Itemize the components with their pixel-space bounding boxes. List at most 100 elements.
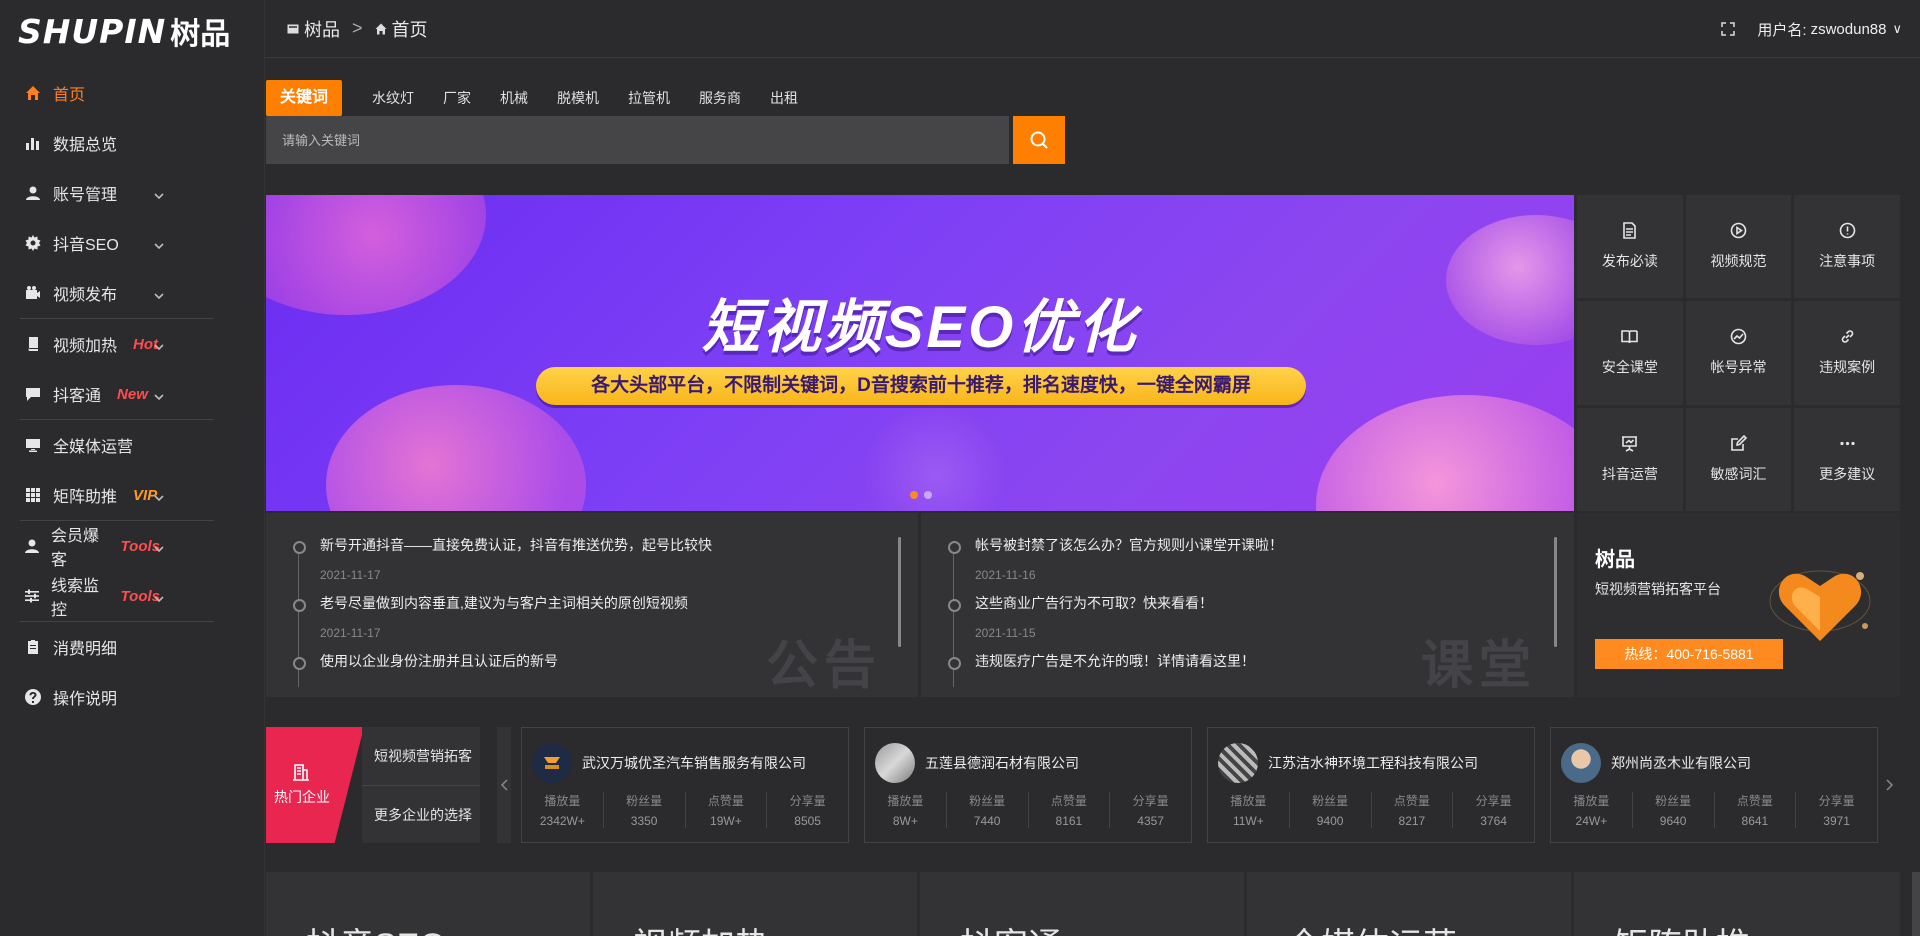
tile-matrix-boost[interactable]: 矩阵助推 bbox=[1574, 872, 1900, 936]
top-header: 树品 > 首页 用户名: zswodun88 ∨ bbox=[265, 0, 1920, 58]
tab-manufacturer[interactable]: 厂家 bbox=[443, 88, 471, 108]
shortcut-douyin-operation[interactable]: 抖音运营 bbox=[1577, 407, 1683, 511]
sidebar-item-label: 抖客通 bbox=[53, 388, 102, 405]
stat-plays: 播放量 2342W+ bbox=[522, 792, 604, 828]
classroom-item[interactable]: 这些商业广告行为不可取？快来看看！ 2021-11-15 bbox=[945, 593, 1283, 651]
search-icon bbox=[1030, 131, 1048, 149]
sidebar-item-matrix-boost[interactable]: 矩阵助推 VIP bbox=[0, 470, 264, 520]
classroom-item[interactable]: 帐号被封禁了该怎么办？官方规则小课堂开课啦！ 2021-11-16 bbox=[945, 535, 1283, 593]
sidebar-item-lead-monitor[interactable]: 线索监控 Tools bbox=[0, 571, 264, 621]
shortcut-account-anomaly[interactable]: 帐号异常 bbox=[1685, 301, 1792, 405]
classroom-title: 这些商业广告行为不可取？快来看看！ bbox=[975, 595, 1213, 611]
notice-item[interactable]: 新号开通抖音——直接免费认证，抖音有推送优势，起号比较快 2021-11-17 bbox=[290, 535, 712, 593]
logo-wordmark: SHUPIN bbox=[18, 11, 167, 51]
tab-demolding-machine[interactable]: 脱模机 bbox=[557, 88, 599, 108]
enterprise-link[interactable]: 更多企业的选择 bbox=[362, 785, 480, 843]
brand-logo[interactable]: SHUPIN 树品 bbox=[0, 0, 264, 62]
sidebar-item-label: 全媒体运营 bbox=[53, 439, 134, 456]
image-icon bbox=[287, 24, 299, 33]
carousel-dot[interactable] bbox=[924, 491, 932, 499]
shortcut-more-suggestions[interactable]: 更多建议 bbox=[1794, 407, 1900, 511]
brand-card-subtitle: 短视频营销拓客平台 bbox=[1595, 581, 1721, 597]
sidebar-item-help[interactable]: 操作说明 bbox=[0, 672, 264, 722]
tab-water-light[interactable]: 水纹灯 bbox=[372, 88, 414, 108]
page-scrollbar[interactable] bbox=[1912, 872, 1920, 936]
stat-value: 24W+ bbox=[1575, 814, 1608, 828]
search-input[interactable] bbox=[266, 116, 1009, 164]
notice-item[interactable]: 使用以企业身份注册并且认证后的新号 bbox=[290, 651, 712, 697]
notice-date: 2021-11-17 bbox=[320, 626, 381, 640]
tile-video-boost[interactable]: 视频加热 bbox=[593, 872, 917, 936]
stat-fans: 粉丝量 9640 bbox=[1633, 792, 1715, 828]
sidebar-item-data-overview[interactable]: 数据总览 bbox=[0, 118, 264, 168]
stat-shares: 分享量 4357 bbox=[1110, 792, 1191, 828]
stat-label: 分享量 bbox=[1132, 794, 1169, 808]
shortcut-label: 抖音运营 bbox=[1601, 465, 1658, 482]
sidebar-item-label: 数据总览 bbox=[53, 137, 118, 154]
sidebar-item-billing[interactable]: 消费明细 bbox=[0, 622, 264, 672]
sidebar-item-member-leads[interactable]: 会员爆客 Tools bbox=[0, 521, 264, 571]
enterprise-card-head: 江苏洁水神环境工程科技有限公司 bbox=[1208, 738, 1534, 788]
sidebar-item-douketong[interactable]: 抖客通 New bbox=[0, 369, 264, 419]
breadcrumb-current: 首页 bbox=[391, 19, 428, 40]
link-icon bbox=[1841, 330, 1853, 344]
classroom-item[interactable]: 违规医疗广告是不允许的哦！详情请看这里！ bbox=[945, 651, 1283, 697]
tile-title: 矩阵助推 bbox=[1614, 918, 1750, 936]
shortcut-safety-class[interactable]: 安全课堂 bbox=[1577, 301, 1683, 405]
enterprise-link[interactable]: 短视频营销拓客 bbox=[362, 727, 480, 785]
sidebar-item-douyin-seo[interactable]: 抖音SEO bbox=[0, 218, 264, 268]
user-icon bbox=[24, 537, 40, 555]
carousel-dot[interactable] bbox=[910, 491, 918, 499]
sidebar-item-all-media[interactable]: 全媒体运营 bbox=[0, 420, 264, 470]
tab-keyword[interactable]: 关键词 bbox=[266, 80, 343, 116]
enterprise-card[interactable]: 江苏洁水神环境工程科技有限公司 播放量 11W+ 粉丝量 9400 点赞量 8217 … bbox=[1207, 727, 1535, 843]
document-icon bbox=[1623, 222, 1637, 239]
stat-plays: 播放量 24W+ bbox=[1551, 792, 1633, 828]
breadcrumb-root[interactable]: 树品 bbox=[304, 16, 340, 42]
stat-value: 19W+ bbox=[710, 814, 742, 828]
shortcut-sensitive-words[interactable]: 敏感词汇 bbox=[1685, 407, 1792, 511]
tab-pipe-drawing-machine[interactable]: 拉管机 bbox=[628, 88, 670, 108]
sidebar-item-home[interactable]: 首页 bbox=[0, 68, 264, 118]
search-button[interactable] bbox=[1013, 116, 1065, 164]
user-menu-caret[interactable]: ∨ bbox=[1892, 21, 1902, 37]
shortcut-precautions[interactable]: 注意事项 bbox=[1794, 195, 1900, 299]
trend-icon bbox=[1730, 329, 1747, 345]
shortcut-video-standards[interactable]: 视频规范 bbox=[1685, 195, 1792, 299]
tile-title: 抖客通 bbox=[960, 918, 1062, 936]
shortcut-label: 敏感词汇 bbox=[1710, 465, 1767, 482]
username[interactable]: zswodun88 bbox=[1811, 21, 1887, 38]
gear-icon bbox=[24, 234, 42, 252]
carousel-next-button[interactable] bbox=[1880, 727, 1900, 843]
notice-scrollbar[interactable] bbox=[898, 537, 901, 647]
promo-banner[interactable]: 短视频SEO优化 各大头部平台，不限制关键词，D音搜索前十推荐，排名速度快，一键… bbox=[266, 195, 1574, 511]
classroom-list: 帐号被封禁了该怎么办？官方规则小课堂开课啦！ 2021-11-16 这些商业广告… bbox=[945, 535, 1283, 697]
shortcut-violation-cases[interactable]: 违规案例 bbox=[1794, 301, 1900, 405]
enterprise-card[interactable]: 郑州尚丞木业有限公司 播放量 24W+ 粉丝量 9640 点赞量 8641 分享量 39… bbox=[1550, 727, 1878, 843]
enterprise-card[interactable]: 武汉万城优圣汽车销售服务有限公司 播放量 2342W+ 粉丝量 3350 点赞量 19… bbox=[521, 727, 849, 843]
shortcut-publish-guide[interactable]: 发布必读 bbox=[1577, 195, 1683, 299]
sidebar-item-video-publish[interactable]: 视频发布 bbox=[0, 268, 264, 318]
sidebar-item-video-boost[interactable]: 视频加热 Hot bbox=[0, 319, 264, 369]
classroom-scrollbar[interactable] bbox=[1554, 537, 1557, 647]
breadcrumb-separator: > bbox=[352, 18, 363, 38]
hotline-button[interactable]: 热线：400-716-5881 bbox=[1595, 639, 1783, 669]
fullscreen-icon[interactable] bbox=[1721, 22, 1736, 36]
stat-value: 7440 bbox=[973, 814, 1001, 828]
classroom-date: 2021-11-16 bbox=[975, 568, 1036, 582]
open-book-icon bbox=[1621, 330, 1639, 344]
notice-item[interactable]: 老号尽量做到内容垂直,建议为与客户主词相关的原创短视频 2021-11-17 bbox=[290, 593, 712, 651]
sidebar-item-account[interactable]: 账号管理 bbox=[0, 168, 264, 218]
tab-machinery[interactable]: 机械 bbox=[500, 88, 528, 108]
shortcut-label: 视频规范 bbox=[1710, 253, 1767, 270]
stat-plays: 播放量 11W+ bbox=[1208, 792, 1290, 828]
hot-enterprise-badge[interactable]: 热门企业 bbox=[266, 727, 364, 843]
tab-service-provider[interactable]: 服务商 bbox=[699, 88, 741, 108]
carousel-prev-button[interactable] bbox=[497, 727, 511, 843]
tile-douketong[interactable]: 抖客通 bbox=[920, 872, 1244, 936]
enterprise-card[interactable]: 五莲县德润石材有限公司 播放量 8W+ 粉丝量 7440 点赞量 8161 分享量 43… bbox=[864, 727, 1192, 843]
video-icon bbox=[24, 284, 42, 302]
tile-douyin-seo[interactable]: 抖音SEO bbox=[266, 872, 590, 936]
tile-all-media[interactable]: 全媒体运营 bbox=[1247, 872, 1571, 936]
tab-rental[interactable]: 出租 bbox=[770, 88, 798, 108]
